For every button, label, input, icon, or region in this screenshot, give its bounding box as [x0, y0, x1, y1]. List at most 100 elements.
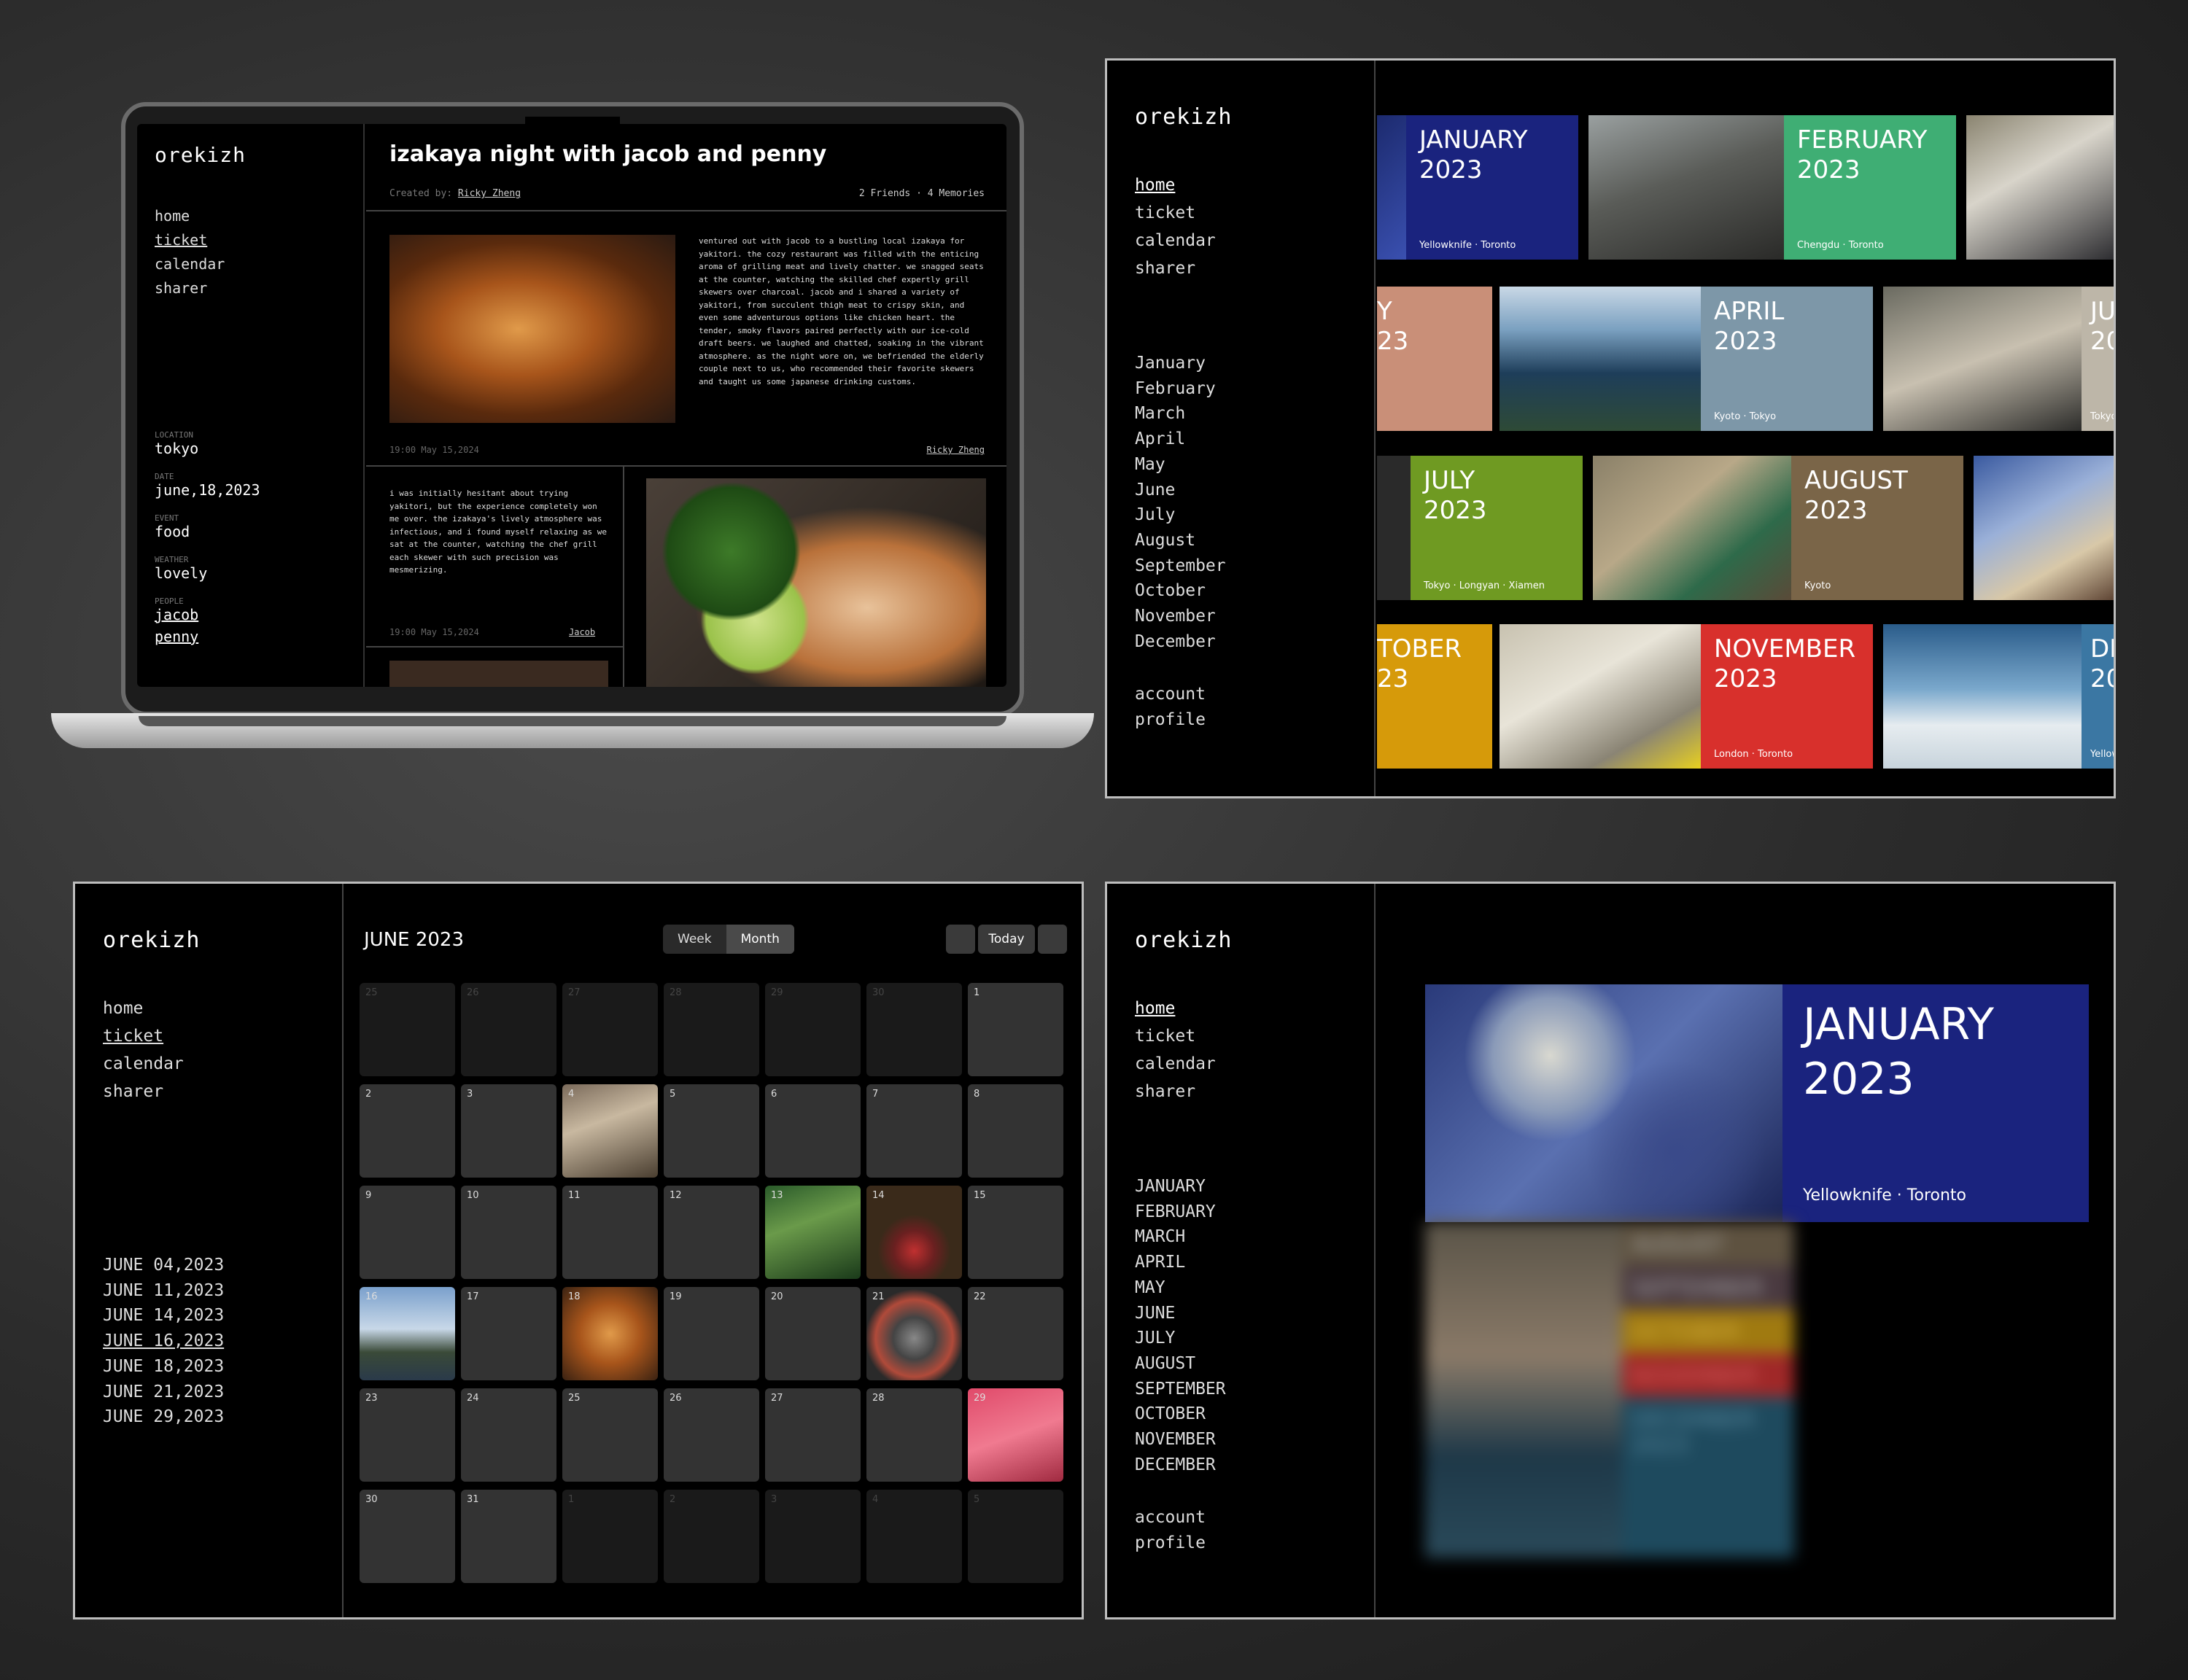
calendar-day[interactable]: 5: [664, 1084, 759, 1178]
calendar-day[interactable]: 2: [360, 1084, 455, 1178]
nav-ticket[interactable]: ticket: [155, 228, 225, 252]
nav-home[interactable]: home: [155, 204, 225, 228]
month-link[interactable]: July: [1135, 502, 1226, 528]
calendar-day[interactable]: 25: [562, 1388, 658, 1482]
memory-date-link[interactable]: JUNE 14,2023: [103, 1303, 224, 1329]
month-card-january[interactable]: JANUARY 2023 Yellowknife · Toronto: [1406, 115, 1578, 260]
nav-home[interactable]: home: [103, 995, 184, 1022]
month-link[interactable]: FEBRUARY: [1135, 1199, 1226, 1225]
nav-calendar[interactable]: calendar: [1135, 1050, 1216, 1078]
featured-month-card[interactable]: JANUARY 2023 Yellowknife · Toronto: [1782, 984, 2089, 1222]
calendar-day[interactable]: 31: [461, 1490, 556, 1583]
calendar-day[interactable]: 24: [461, 1388, 556, 1482]
month-link[interactable]: February: [1135, 376, 1226, 402]
calendar-day[interactable]: 26: [461, 983, 556, 1076]
calendar-day[interactable]: 28: [866, 1388, 962, 1482]
month-link[interactable]: MARCH: [1135, 1224, 1226, 1250]
nav-ticket[interactable]: ticket: [1135, 199, 1216, 227]
calendar-day[interactable]: 23: [360, 1388, 455, 1482]
calendar-day[interactable]: 29: [968, 1388, 1063, 1482]
calendar-day[interactable]: 1: [562, 1490, 658, 1583]
month-link[interactable]: December: [1135, 629, 1226, 655]
calendar-day[interactable]: 25: [360, 983, 455, 1076]
month-link[interactable]: June: [1135, 478, 1226, 503]
month-link[interactable]: October: [1135, 578, 1226, 604]
month-link[interactable]: SEPTEMBER: [1135, 1377, 1226, 1402]
month-photo[interactable]: [1500, 624, 1701, 769]
nav-account[interactable]: account: [1135, 1505, 1206, 1531]
calendar-day[interactable]: 11: [562, 1186, 658, 1279]
month-link[interactable]: DECEMBER: [1135, 1452, 1226, 1478]
prev-button[interactable]: [946, 925, 975, 954]
nav-profile[interactable]: profile: [1135, 1531, 1206, 1556]
month-card-april[interactable]: APRIL 2023 Kyoto · Tokyo: [1701, 287, 1873, 431]
month-photo[interactable]: [1883, 624, 2082, 769]
calendar-day[interactable]: 22: [968, 1287, 1063, 1380]
month-link[interactable]: AUGUST: [1135, 1351, 1226, 1377]
month-card-october[interactable]: TOBER 23: [1377, 624, 1492, 769]
entry-author[interactable]: Jacob: [569, 627, 595, 637]
nav-sharer[interactable]: sharer: [103, 1078, 184, 1105]
calendar-day[interactable]: 20: [765, 1287, 861, 1380]
featured-photo[interactable]: [1425, 984, 1782, 1222]
view-week-button[interactable]: Week: [663, 925, 726, 954]
person-link[interactable]: penny: [155, 628, 260, 645]
calendar-day[interactable]: 12: [664, 1186, 759, 1279]
calendar-day[interactable]: 10: [461, 1186, 556, 1279]
month-card-march[interactable]: Y 23: [1377, 287, 1492, 431]
yakitori-photo[interactable]: [389, 235, 675, 423]
calendar-day[interactable]: 30: [360, 1490, 455, 1583]
calendar-day[interactable]: 17: [461, 1287, 556, 1380]
calendar-day[interactable]: 6: [765, 1084, 861, 1178]
calendar-day[interactable]: 15: [968, 1186, 1063, 1279]
nav-sharer[interactable]: sharer: [1135, 254, 1216, 282]
month-photo[interactable]: [1588, 115, 1784, 260]
calendar-day[interactable]: 18: [562, 1287, 658, 1380]
memory-date-link[interactable]: JUNE 11,2023: [103, 1278, 224, 1304]
chicken-skewer-photo[interactable]: [646, 478, 986, 687]
calendar-day[interactable]: 2: [664, 1490, 759, 1583]
today-button[interactable]: Today: [978, 925, 1035, 954]
calendar-day[interactable]: 3: [461, 1084, 556, 1178]
nav-calendar[interactable]: calendar: [103, 1050, 184, 1078]
nav-ticket[interactable]: ticket: [1135, 1022, 1216, 1050]
month-photo[interactable]: [1966, 115, 2114, 260]
nav-calendar[interactable]: calendar: [1135, 227, 1216, 254]
calendar-day[interactable]: 27: [765, 1388, 861, 1482]
month-photo[interactable]: [1974, 456, 2114, 600]
month-link[interactable]: OCTOBER: [1135, 1401, 1226, 1427]
nav-home[interactable]: home: [1135, 995, 1216, 1022]
creator-link[interactable]: Ricky Zheng: [458, 188, 521, 199]
calendar-day[interactable]: 4: [562, 1084, 658, 1178]
nav-home[interactable]: home: [1135, 171, 1216, 199]
brand-logo[interactable]: orekizh: [1135, 104, 1232, 130]
month-link[interactable]: September: [1135, 553, 1226, 579]
calendar-day[interactable]: 26: [664, 1388, 759, 1482]
nav-calendar[interactable]: calendar: [155, 252, 225, 276]
calendar-day[interactable]: 8: [968, 1084, 1063, 1178]
calendar-day[interactable]: 27: [562, 983, 658, 1076]
month-card-june[interactable]: JU 20 Tokyo: [2082, 287, 2114, 431]
nav-account[interactable]: account: [1135, 682, 1206, 707]
calendar-day[interactable]: 7: [866, 1084, 962, 1178]
month-card-february[interactable]: FEBRUARY 2023 Chengdu · Toronto: [1784, 115, 1956, 260]
memory-date-link[interactable]: JUNE 18,2023: [103, 1354, 224, 1380]
nav-profile[interactable]: profile: [1135, 707, 1206, 733]
month-link[interactable]: November: [1135, 604, 1226, 629]
calendar-day[interactable]: 3: [765, 1490, 861, 1583]
calendar-day[interactable]: 30: [866, 983, 962, 1076]
month-link[interactable]: MAY: [1135, 1275, 1226, 1301]
month-link[interactable]: March: [1135, 401, 1226, 427]
brand-logo[interactable]: orekizh: [155, 143, 246, 167]
month-link[interactable]: APRIL: [1135, 1250, 1226, 1275]
month-link[interactable]: May: [1135, 452, 1226, 478]
view-month-button[interactable]: Month: [726, 925, 794, 954]
memory-date-link[interactable]: JUNE 21,2023: [103, 1380, 224, 1405]
brand-logo[interactable]: orekizh: [103, 928, 200, 953]
calendar-day[interactable]: 9: [360, 1186, 455, 1279]
nav-sharer[interactable]: sharer: [155, 276, 225, 300]
month-photo[interactable]: [1593, 456, 1791, 600]
month-link[interactable]: JANUARY: [1135, 1174, 1226, 1199]
thumb-photo[interactable]: [389, 661, 608, 687]
calendar-day[interactable]: 16: [360, 1287, 455, 1380]
